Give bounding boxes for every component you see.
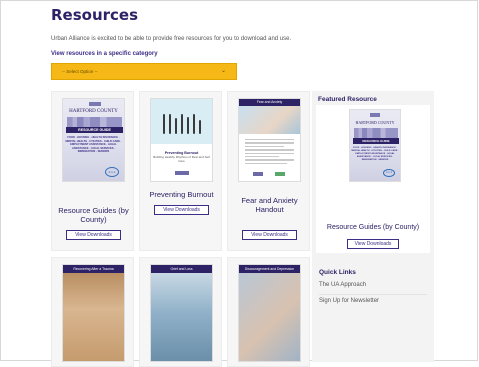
- cover-topics: FOOD · HOUSING · HEALTH INSURANCE · MENT…: [351, 147, 399, 161]
- card-title[interactable]: Fear and Anxiety Handout: [228, 196, 311, 214]
- resource-card-guides: HARTFORD COUNTY RESOURCE GUIDE FOOD · HO…: [51, 91, 134, 251]
- grief-cover-header: Grief and Loss: [151, 265, 212, 273]
- fear-cover-header: Fear and Anxiety: [239, 99, 300, 106]
- fear-photo: [239, 106, 300, 134]
- card-title[interactable]: Preventing Burnout: [140, 190, 223, 199]
- grief-photo: [151, 273, 212, 361]
- page-title: Resources: [51, 6, 139, 24]
- burnout-cover[interactable]: Preventing Burnout Building Healthy Rhyt…: [150, 98, 213, 182]
- partner-logo-icon: [275, 172, 285, 176]
- cover-topics: FOOD · HOUSING · HEALTH INSURANCE · MENT…: [65, 136, 122, 154]
- resource-card-depression: Discouragement and Depression: [227, 257, 310, 367]
- resource-card-trauma: Recovering After a Trauma: [51, 257, 134, 367]
- category-link[interactable]: View resources in a specific category: [51, 51, 158, 57]
- resource-card-grief: Grief and Loss: [139, 257, 222, 367]
- category-select[interactable]: -- Select Option -- ⌄: [51, 63, 237, 80]
- ua-logo-icon: [89, 102, 101, 106]
- quick-link-newsletter[interactable]: Sign Up for Newsletter: [319, 294, 427, 304]
- depression-cover[interactable]: Discouragement and Depression: [238, 264, 301, 362]
- text-lines: [245, 139, 294, 166]
- trauma-cover-header: Recovering After a Trauma: [63, 265, 124, 273]
- view-downloads-button[interactable]: View Downloads: [347, 239, 399, 249]
- intro-text: Urban Alliance is excited to be able to …: [51, 36, 292, 42]
- featured-heading: Featured Resource: [318, 96, 377, 103]
- view-downloads-button[interactable]: View Downloads: [66, 230, 121, 240]
- depression-photo: [239, 273, 300, 361]
- resource-guide-cover[interactable]: HARTFORD COUNTY RESOURCE GUIDE FOOD · HO…: [62, 98, 125, 182]
- quick-link-ua-approach[interactable]: The UA Approach: [319, 282, 366, 288]
- 211-badge-icon: 2-1-1: [105, 167, 119, 177]
- grief-cover[interactable]: Grief and Loss: [150, 264, 213, 362]
- ua-logo-icon: [175, 171, 189, 175]
- cover-banner: RESOURCE GUIDE: [353, 138, 399, 144]
- fear-cover[interactable]: Fear and Anxiety: [238, 98, 301, 182]
- depression-cover-header: Discouragement and Depression: [239, 265, 300, 273]
- featured-cover[interactable]: HARTFORD COUNTY RESOURCE GUIDE FOOD · HO…: [349, 109, 401, 182]
- matches-image: [151, 99, 212, 144]
- select-placeholder: -- Select Option --: [62, 69, 98, 74]
- skyline-graphic: [67, 117, 122, 127]
- burnout-cover-sub: Building Healthy Rhythms of Rest and Sel…: [153, 155, 210, 163]
- view-downloads-button[interactable]: View Downloads: [242, 230, 297, 240]
- cover-banner: RESOURCE GUIDE: [66, 127, 123, 133]
- ua-logo-icon: [370, 113, 380, 117]
- card-title[interactable]: Resource Guides (by County): [52, 206, 135, 224]
- skyline-graphic: [354, 128, 398, 138]
- 211-badge-icon: 2-1-1: [383, 169, 395, 177]
- sidebar: Featured Resource HARTFORD COUNTY RESOUR…: [312, 91, 434, 362]
- chevron-down-icon: ⌄: [220, 68, 226, 74]
- quick-links-heading: Quick Links: [319, 269, 356, 276]
- resource-card-fear: Fear and Anxiety Fear and Anxiety Handou…: [227, 91, 310, 251]
- trauma-photo: [63, 273, 124, 361]
- trauma-cover[interactable]: Recovering After a Trauma: [62, 264, 125, 362]
- view-downloads-button[interactable]: View Downloads: [154, 205, 209, 215]
- ua-logo-icon: [253, 172, 263, 176]
- resource-card-burnout: Preventing Burnout Building Healthy Rhyt…: [139, 91, 222, 251]
- featured-title[interactable]: Resource Guides (by County): [312, 224, 434, 231]
- cover-county: HARTFORD COUNTY: [69, 109, 118, 114]
- cover-county: HARTFORD COUNTY: [355, 120, 395, 125]
- burnout-caption: Preventing Burnout Building Healthy Rhyt…: [151, 151, 212, 163]
